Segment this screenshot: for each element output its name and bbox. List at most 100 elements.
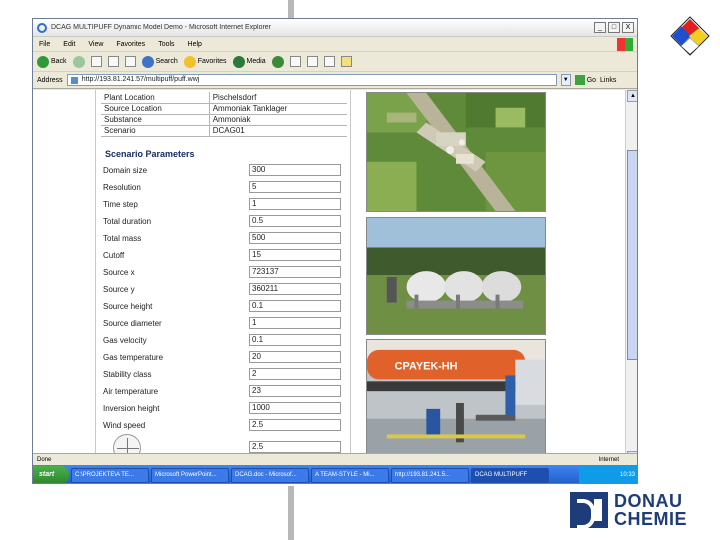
tanker-wagon-photo: CPAYEK-HH [366, 339, 546, 463]
status-text: Done [37, 456, 52, 463]
minimize-button[interactable]: _ [594, 22, 606, 33]
param-row: Stability class 2 [103, 368, 343, 381]
param-row: Source diameter 1 [103, 317, 343, 330]
source-diameter-input[interactable]: 1 [249, 317, 341, 329]
spherical-tanks-photo [366, 217, 546, 335]
gas-velocity-input[interactable]: 0.1 [249, 334, 341, 346]
search-button[interactable]: Search [141, 55, 178, 68]
stability-class-input[interactable]: 2 [249, 368, 341, 380]
taskbar-item[interactable]: A TEAM-STYLE - Mi... [311, 467, 389, 483]
print-icon[interactable] [306, 56, 318, 67]
air-temperature-input[interactable]: 23 [249, 385, 341, 397]
resolution-input[interactable]: 5 [249, 181, 341, 193]
param-label: Resolution [103, 183, 141, 192]
param-label: Wind speed [103, 421, 146, 430]
folder-icon[interactable] [340, 56, 352, 67]
taskbar-item[interactable]: Microsoft PowerPoint... [151, 467, 229, 483]
source-height-input[interactable]: 0.1 [249, 300, 341, 312]
info-label: Plant Location [101, 92, 210, 104]
total-duration-input[interactable]: 0.5 [249, 215, 341, 227]
info-value: Ammoniak Tanklager [208, 103, 347, 115]
param-row: Wind speed 2.5 [103, 419, 343, 432]
stop-icon[interactable] [90, 56, 102, 67]
media-button[interactable]: Media [232, 55, 266, 68]
param-label: Stability class [103, 370, 152, 379]
back-arrow-icon [37, 55, 49, 68]
domain-size-input[interactable]: 300 [249, 164, 341, 176]
window-title: DCAG MULTIPUFF Dynamic Model Demo - Micr… [51, 24, 272, 31]
param-row: Air temperature 23 [103, 385, 343, 398]
scroll-up-button[interactable]: ▲ [627, 90, 637, 102]
time-step-input[interactable]: 1 [249, 198, 341, 210]
logo-mark-icon [570, 492, 608, 529]
browser-window: DCAG MULTIPUFF Dynamic Model Demo - Micr… [32, 18, 638, 484]
menu-favorites[interactable]: Favorites [116, 41, 145, 48]
edit-icon[interactable] [323, 56, 335, 67]
forward-button[interactable] [72, 55, 85, 68]
info-row: Substance Ammoniak [101, 114, 347, 126]
param-row: Source height 0.1 [103, 300, 343, 313]
param-label: Source y [103, 285, 135, 294]
info-label: Source Location [101, 103, 210, 115]
menu-help[interactable]: Help [188, 41, 202, 48]
history-icon[interactable] [271, 55, 284, 68]
menu-edit[interactable]: Edit [63, 41, 75, 48]
star-icon [183, 55, 196, 68]
info-row: Scenario DCAG01 [101, 125, 347, 137]
taskbar: start C:\PROJEKTE\A TE... Microsoft Powe… [33, 465, 637, 483]
links-button[interactable]: Links [600, 77, 616, 84]
logo-text-line2: CHEMIE [614, 509, 688, 529]
taskbar-item-active[interactable]: DCAG MULTIPUFF [471, 467, 549, 483]
start-button[interactable]: start [33, 466, 69, 483]
taskbar-item[interactable]: C:\PROJEKTE\A TE... [71, 467, 149, 483]
address-input[interactable]: http://193.81.241.57/multipuff/puff.wwj [66, 74, 557, 86]
param-row: Source x 723137 [103, 266, 343, 279]
menu-view[interactable]: View [88, 41, 103, 48]
toolbar: Back Search Favorites Media [33, 52, 637, 72]
info-value: Ammoniak [208, 114, 347, 126]
taskbar-item[interactable]: http://193.81.241.5... [391, 467, 469, 483]
home-icon[interactable] [124, 56, 136, 67]
close-button[interactable]: X [622, 22, 634, 33]
status-bar: Done Internet [33, 453, 637, 465]
aerial-plant-photo [366, 92, 546, 212]
menu-tools[interactable]: Tools [158, 41, 174, 48]
scroll-thumb[interactable] [627, 150, 637, 360]
clock: 10:33 [619, 472, 635, 478]
maximize-button[interactable]: □ [608, 22, 620, 33]
cutoff-input[interactable]: 15 [249, 249, 341, 261]
menu-bar: File Edit View Favorites Tools Help [33, 37, 637, 52]
wind-speed-input[interactable]: 2.5 [249, 419, 341, 431]
forward-arrow-icon [72, 55, 85, 68]
hazard-diamond-icon [670, 16, 710, 56]
gas-temperature-input[interactable]: 20 [249, 351, 341, 363]
address-bar: Address http://193.81.241.57/multipuff/p… [33, 72, 637, 89]
form-area: Plant Location Pischelsdorf Source Locati… [93, 90, 381, 465]
param-row: Resolution 5 [103, 181, 343, 194]
windows-flag-icon [617, 37, 633, 51]
favorites-button[interactable]: Favorites [183, 55, 227, 68]
back-button[interactable]: Back [37, 55, 67, 68]
go-button[interactable]: Go [574, 75, 596, 85]
mail-icon[interactable] [289, 56, 301, 67]
param-label: Time step [103, 200, 138, 209]
address-dropdown-button[interactable]: ▼ [560, 74, 571, 86]
total-mass-input[interactable]: 500 [249, 232, 341, 244]
security-zone: Internet [598, 456, 619, 463]
refresh-icon[interactable] [107, 56, 119, 67]
param-row: Source y 360211 [103, 283, 343, 296]
logo-text-line1: DONAU [614, 491, 683, 511]
param-row: Gas velocity 0.1 [103, 334, 343, 347]
inversion-height-input[interactable]: 1000 [249, 402, 341, 414]
param-label: Source x [103, 268, 135, 277]
param-row: Inversion height 1000 [103, 402, 343, 415]
slide-decoration-line [288, 0, 294, 18]
taskbar-item[interactable]: DCAG.doc - Microsof... [231, 467, 309, 483]
source-x-input[interactable]: 723137 [249, 266, 341, 278]
wind-direction-input[interactable]: 2.5 [249, 441, 341, 453]
param-label: Total mass [103, 234, 142, 243]
go-arrow-icon [574, 75, 585, 85]
menu-file[interactable]: File [39, 41, 50, 48]
source-y-input[interactable]: 360211 [249, 283, 341, 295]
vertical-scrollbar[interactable]: ▲ ▼ [625, 90, 637, 465]
